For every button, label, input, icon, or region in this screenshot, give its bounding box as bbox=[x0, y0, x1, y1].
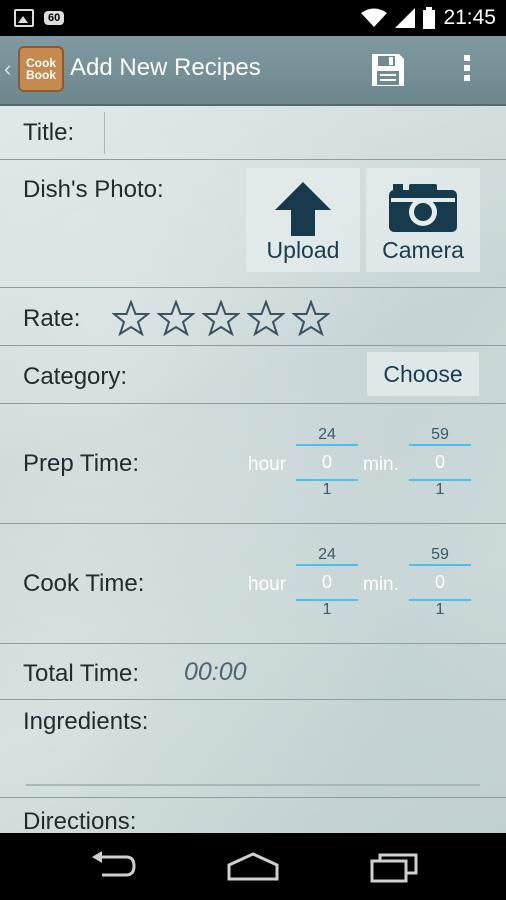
back-chevron-icon[interactable]: ‹ bbox=[4, 56, 11, 82]
total-time-label: Total Time: bbox=[23, 660, 140, 687]
star-icon[interactable] bbox=[112, 300, 150, 336]
hour-unit-label: hour bbox=[248, 574, 287, 595]
cook-min-prev: 59 bbox=[431, 546, 449, 563]
prep-hour-spinner[interactable]: 24 0 1 bbox=[296, 426, 358, 499]
total-time-row: Total Time: 00:00 bbox=[0, 644, 506, 700]
camera-button[interactable]: Camera bbox=[366, 168, 480, 272]
camera-icon bbox=[389, 184, 457, 232]
notification-badge: 60 bbox=[44, 11, 65, 25]
choose-category-button[interactable]: Choose bbox=[367, 352, 479, 396]
camera-label: Camera bbox=[382, 237, 464, 263]
navigation-bar bbox=[0, 833, 506, 900]
back-icon[interactable] bbox=[88, 851, 138, 881]
dish-photo-row: Dish's Photo: Upload Camera bbox=[0, 160, 506, 288]
directions-row: Directions: bbox=[0, 798, 506, 833]
logo-text-line2: Book bbox=[26, 68, 56, 82]
ingredients-label: Ingredients: bbox=[23, 708, 149, 735]
prep-min-value: 0 bbox=[434, 452, 445, 472]
hour-unit-label: hour bbox=[248, 454, 287, 475]
rate-label: Rate: bbox=[23, 305, 81, 332]
rate-row: Rate: bbox=[0, 288, 506, 346]
prep-hour-prev: 24 bbox=[318, 426, 336, 443]
prep-time-picker: hour 24 0 1 min. 59 0 1 bbox=[245, 426, 485, 506]
page-title: Add New Recipes bbox=[70, 54, 261, 81]
prep-hour-next: 1 bbox=[322, 481, 332, 498]
cook-hour-prev: 24 bbox=[318, 546, 336, 563]
upload-label: Upload bbox=[266, 237, 340, 263]
cook-hour-next: 1 bbox=[322, 601, 332, 618]
cook-min-spinner[interactable]: 59 0 1 bbox=[409, 546, 471, 619]
rating-stars bbox=[112, 300, 330, 336]
ingredients-input[interactable] bbox=[26, 784, 480, 786]
star-icon[interactable] bbox=[202, 300, 240, 336]
ingredients-row: Ingredients: bbox=[0, 700, 506, 798]
cook-time-label: Cook Time: bbox=[23, 570, 145, 597]
wifi-icon bbox=[361, 8, 388, 27]
battery-icon bbox=[423, 7, 436, 29]
dish-photo-label: Dish's Photo: bbox=[23, 176, 164, 203]
recent-apps-icon[interactable] bbox=[370, 851, 420, 883]
home-icon[interactable] bbox=[226, 851, 280, 881]
cook-hour-value: 0 bbox=[321, 572, 332, 592]
prep-time-row: Prep Time: hour 24 0 1 min. 59 0 1 bbox=[0, 404, 506, 524]
category-label: Category: bbox=[23, 363, 128, 390]
save-icon[interactable] bbox=[368, 50, 408, 90]
directions-label: Directions: bbox=[23, 808, 137, 833]
min-unit-label: min. bbox=[363, 454, 399, 475]
cook-time-picker: hour 24 0 1 min. 59 0 1 bbox=[245, 546, 485, 626]
add-recipe-form: Title: Dish's Photo: Upload Camera Rate: bbox=[0, 106, 506, 833]
signal-icon bbox=[395, 8, 416, 28]
prep-min-spinner[interactable]: 59 0 1 bbox=[409, 426, 471, 499]
upload-button[interactable]: Upload bbox=[246, 168, 360, 272]
status-bar: 60 21:45 bbox=[0, 0, 506, 36]
star-icon[interactable] bbox=[157, 300, 195, 336]
overflow-menu-icon[interactable] bbox=[458, 52, 476, 88]
category-row: Category: Choose bbox=[0, 346, 506, 404]
status-time: 21:45 bbox=[443, 6, 496, 29]
min-unit-label: min. bbox=[363, 574, 399, 595]
cook-min-value: 0 bbox=[434, 572, 445, 592]
prep-hour-value: 0 bbox=[321, 452, 332, 472]
prep-min-prev: 59 bbox=[431, 426, 449, 443]
cook-min-next: 1 bbox=[435, 601, 445, 618]
star-icon[interactable] bbox=[247, 300, 285, 336]
image-notification-icon bbox=[14, 9, 34, 27]
title-row: Title: bbox=[0, 106, 506, 160]
prep-min-next: 1 bbox=[435, 481, 445, 498]
cook-hour-spinner[interactable]: 24 0 1 bbox=[296, 546, 358, 619]
action-bar: ‹ Cook Book Add New Recipes bbox=[0, 36, 506, 106]
upload-arrow-icon bbox=[275, 182, 331, 236]
app-logo[interactable]: Cook Book bbox=[18, 46, 64, 92]
prep-time-label: Prep Time: bbox=[23, 450, 140, 477]
total-time-value: 00:00 bbox=[184, 658, 247, 686]
star-icon[interactable] bbox=[292, 300, 330, 336]
title-label: Title: bbox=[23, 119, 75, 146]
cook-time-row: Cook Time: hour 24 0 1 min. 59 0 1 bbox=[0, 524, 506, 644]
title-input[interactable] bbox=[104, 112, 505, 154]
